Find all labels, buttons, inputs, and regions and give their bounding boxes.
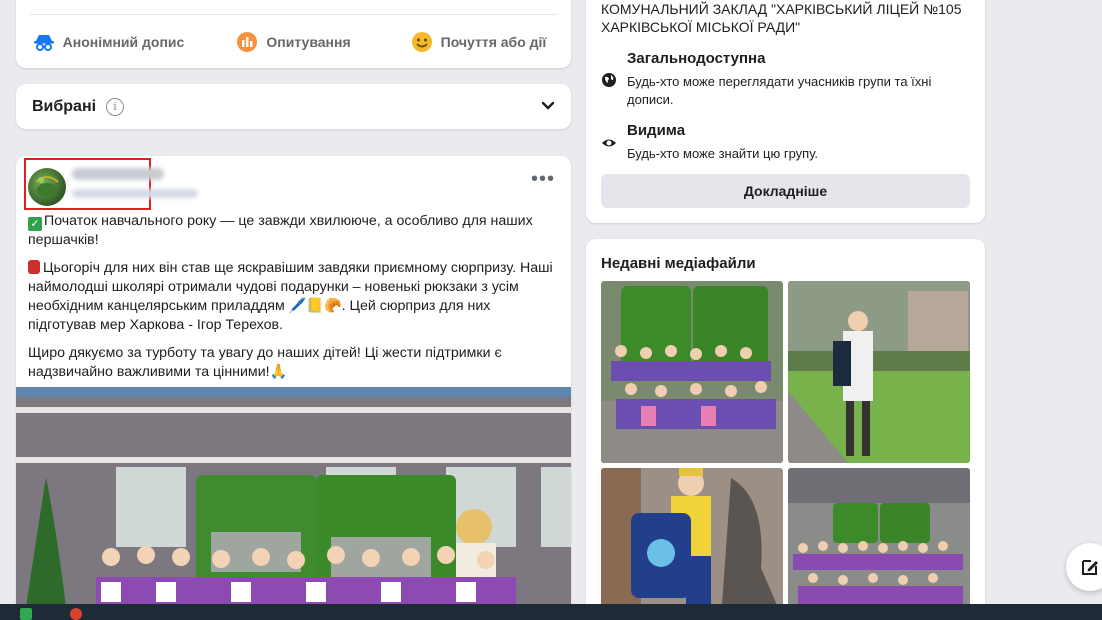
incognito-icon xyxy=(33,33,55,51)
post-paragraph: Цьогоріч для них він став ще яскравішим … xyxy=(28,260,553,333)
learn-more-button[interactable]: Докладніше xyxy=(601,174,970,208)
recent-media-title: Недавні медіафайли xyxy=(601,255,756,272)
new-message-button[interactable] xyxy=(1066,543,1102,591)
favorites-section[interactable]: Вибрані i xyxy=(16,84,571,129)
post-photo[interactable] xyxy=(16,387,571,616)
favorites-title: Вибрані xyxy=(32,97,97,115)
visible-description: Будь-хто може знайти цю групу. xyxy=(627,146,819,161)
media-thumbnail[interactable] xyxy=(788,468,970,619)
poll-button[interactable]: Опитування xyxy=(201,28,386,56)
author-name-blurred[interactable] xyxy=(72,168,164,180)
backpack-emoji-icon xyxy=(28,260,40,274)
eye-icon xyxy=(601,122,617,163)
smiley-icon xyxy=(411,31,433,53)
check-emoji-icon: ✓ xyxy=(28,217,42,231)
poll-icon xyxy=(236,31,258,53)
public-description: Будь-хто може переглядати учасників груп… xyxy=(627,74,932,107)
recent-media-card: Недавні медіафайли xyxy=(586,239,985,619)
divider xyxy=(30,14,557,15)
feeling-activity-button[interactable]: Почуття або дії xyxy=(386,28,571,56)
info-icon[interactable]: i xyxy=(106,97,125,116)
organization-name: КОМУНАЛЬНИЙ ЗАКЛАД "ХАРКІВСЬКИЙ ЛІЦЕЙ №1… xyxy=(601,1,962,35)
visibility-visible: Видима Будь-хто може знайти цю групу. xyxy=(601,122,972,163)
visible-title: Видима xyxy=(627,122,686,139)
anonymous-post-button[interactable]: Анонімний допис xyxy=(16,28,201,56)
globe-icon xyxy=(601,50,617,109)
public-title: Загальнодоступна xyxy=(627,50,766,67)
group-post: ••• ✓ Початок навчального року — це завжд… xyxy=(16,156,571,616)
poll-label: Опитування xyxy=(266,34,351,50)
anonymous-post-label: Анонімний допис xyxy=(62,34,185,50)
os-taskbar xyxy=(0,604,1102,620)
compose-icon xyxy=(1080,557,1100,577)
taskbar-app-icon[interactable] xyxy=(20,608,32,620)
taskbar-browser-icon[interactable] xyxy=(70,608,82,620)
media-thumbnail[interactable] xyxy=(788,281,970,463)
media-thumbnail[interactable] xyxy=(601,468,783,619)
post-paragraph: Щиро дякуємо за турботу та увагу до наши… xyxy=(28,345,502,380)
post-paragraph: ✓ Початок навчального року — це завжди хв… xyxy=(28,213,533,248)
composer-card: Анонімний допис Опитування Почуття або д… xyxy=(16,0,571,68)
group-about-card: КОМУНАЛЬНИЙ ЗАКЛАД "ХАРКІВСЬКИЙ ЛІЦЕЙ №1… xyxy=(586,0,985,223)
chevron-down-icon[interactable] xyxy=(541,98,555,116)
composer-actions: Анонімний допис Опитування Почуття або д… xyxy=(16,28,571,56)
post-meta-blurred xyxy=(72,189,198,198)
more-options-icon[interactable]: ••• xyxy=(531,169,555,189)
privacy-public: Загальнодоступна Будь-хто може перегляда… xyxy=(601,50,972,109)
feeling-activity-label: Почуття або дії xyxy=(440,34,547,50)
author-highlight-box xyxy=(24,158,151,210)
post-text: ✓ Початок навчального року — це завжди хв… xyxy=(28,212,558,391)
media-thumbnail[interactable] xyxy=(601,281,783,463)
